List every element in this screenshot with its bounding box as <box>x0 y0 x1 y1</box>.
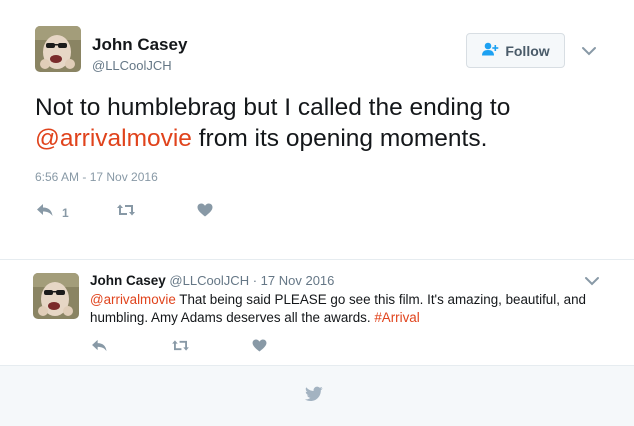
reply-button[interactable] <box>91 339 108 357</box>
person-plus-icon <box>481 42 499 59</box>
reply-text: @arrivalmovie That being said PLEASE go … <box>90 291 600 327</box>
chevron-down-icon[interactable] <box>581 44 597 58</box>
follow-label: Follow <box>505 42 550 59</box>
hashtag-link[interactable]: #Arrival <box>374 310 419 325</box>
retweet-button[interactable] <box>116 203 136 222</box>
reply-tweet[interactable]: John Casey @LLCoolJCH · 17 Nov 2016 @arr… <box>0 260 634 365</box>
author-handle[interactable]: @LLCoolJCH <box>92 58 172 73</box>
tweet-text-before: Not to humblebrag but I called the endin… <box>35 94 511 121</box>
like-button[interactable] <box>252 339 267 357</box>
retweet-icon <box>171 339 190 357</box>
mention-link[interactable]: @arrivalmovie <box>35 125 192 152</box>
timestamp[interactable]: 6:56 AM - 17 Nov 2016 <box>35 170 158 184</box>
author-handle[interactable]: @LLCoolJCH <box>169 273 249 288</box>
follow-button[interactable]: Follow <box>466 33 565 68</box>
reply-icon <box>91 339 108 357</box>
chevron-down-icon[interactable] <box>584 274 600 288</box>
footer <box>0 365 634 426</box>
twitter-bird-icon[interactable] <box>305 386 323 402</box>
main-tweet: John Casey @LLCoolJCH Follow Not to humb… <box>0 0 634 250</box>
separator-dot: · <box>252 273 258 288</box>
retweet-icon <box>116 203 136 222</box>
reply-icon <box>36 203 54 222</box>
mention-link[interactable]: @arrivalmovie <box>90 292 176 307</box>
avatar[interactable] <box>35 26 81 72</box>
reply-header: John Casey @LLCoolJCH · 17 Nov 2016 <box>90 273 334 288</box>
heart-icon <box>252 339 267 357</box>
author-name[interactable]: John Casey <box>90 273 166 288</box>
reply-date[interactable]: 17 Nov 2016 <box>261 273 335 288</box>
avatar[interactable] <box>33 273 79 319</box>
tweet-text: Not to humblebrag but I called the endin… <box>35 92 595 154</box>
reply-count: 1 <box>62 205 69 220</box>
retweet-button[interactable] <box>171 339 190 357</box>
like-button[interactable] <box>197 203 213 222</box>
heart-icon <box>197 203 213 222</box>
tweet-text-after: from its opening moments. <box>191 125 488 152</box>
author-name[interactable]: John Casey <box>92 35 187 55</box>
reply-button[interactable]: 1 <box>36 203 69 222</box>
